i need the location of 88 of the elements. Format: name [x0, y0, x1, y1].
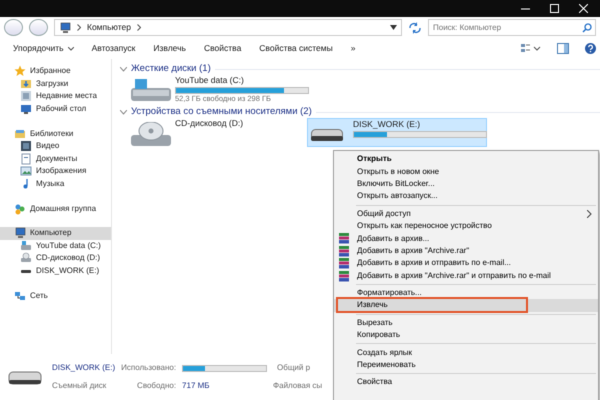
menu-item[interactable]: Извлечь [334, 299, 598, 312]
computer-icon [14, 227, 26, 240]
preview-pane-icon[interactable] [557, 43, 569, 54]
sidebar-item[interactable]: Изображения [0, 165, 111, 178]
chevron-icon [77, 24, 81, 31]
network-icon [14, 290, 26, 302]
toolbar-button[interactable]: Свойства [194, 40, 250, 57]
cd-drive-icon [131, 122, 171, 146]
archive-books-icon [338, 246, 350, 257]
search-field[interactable]: Поиск: Компьютер [428, 19, 596, 36]
sidebar-item[interactable]: Музыка [0, 178, 111, 190]
sidebar-item[interactable]: DISK_WORK (E:) [0, 264, 111, 278]
sidebar-item[interactable]: Видео [0, 140, 111, 153]
menu-item[interactable]: Добавить в архив... [334, 232, 598, 245]
archive-books-icon [338, 233, 350, 244]
sidebar-item[interactable]: Библиотеки [0, 127, 111, 140]
film-icon [20, 140, 32, 152]
picture-icon [20, 165, 32, 178]
menu-item[interactable]: Добавить в архив "Archive.rar" [334, 244, 598, 258]
search-icon [582, 23, 592, 33]
menu-item[interactable]: Копировать [334, 329, 598, 342]
sidebar-item[interactable]: Домашняя группа [0, 202, 111, 215]
address-field[interactable]: Компьютер [54, 19, 402, 36]
menu-item[interactable]: Открыть [334, 153, 598, 166]
collapse-chevron-icon[interactable] [120, 110, 127, 115]
hard-drive-icon [20, 240, 32, 252]
menu-item[interactable]: Открыть в новом окне [334, 165, 598, 178]
collapse-chevron-icon[interactable] [120, 66, 127, 72]
menu-item[interactable]: Добавить в архив и отправить по e-mail... [334, 257, 598, 270]
sidebar-item[interactable]: Избранное [0, 65, 111, 78]
sidebar-item[interactable]: Загрузки [0, 78, 111, 90]
recent-places-icon [20, 90, 32, 102]
drive-name: DISK_WORK (E:) [353, 120, 422, 130]
drive-name: YouTube data (C:) [175, 76, 245, 86]
usb-drive-icon [311, 129, 343, 142]
close-icon[interactable] [579, 4, 588, 13]
menu-item[interactable]: Открыть автозапуск... [334, 190, 598, 203]
drive-tile[interactable]: CD-дисковод (D:) [128, 118, 303, 148]
sidebar-item[interactable]: YouTube data (C:) [0, 240, 111, 252]
free-label: Свободно: [136, 380, 176, 392]
drive-type: Съемный диск [52, 380, 108, 392]
library-icon [14, 128, 26, 140]
toolbar-button[interactable]: Свойства системы [250, 40, 342, 57]
archive-books-icon [338, 258, 350, 270]
group-heading: Жесткие диски (1) [131, 64, 211, 74]
star-icon [14, 65, 26, 78]
chevron-icon [137, 24, 141, 31]
computer-icon [59, 22, 71, 34]
toolbar-button[interactable]: » [342, 40, 364, 57]
menu-item[interactable]: Открыть как переносное устройство [334, 220, 598, 232]
file-system-label: Файловая сы [273, 380, 322, 392]
sidebar-item[interactable]: Сеть [0, 289, 111, 302]
sidebar-item[interactable]: Недавние места [0, 90, 111, 103]
group-heading: Устройства со съемными носителями (2) [131, 106, 312, 118]
shared-label: Общий р [277, 362, 312, 374]
organize-dropdown[interactable]: Упорядочить [4, 40, 83, 57]
drive-tile[interactable]: DISK_WORK (E:) [307, 118, 487, 148]
menu-item[interactable]: Свойства [334, 376, 598, 389]
refresh-icon[interactable] [408, 22, 422, 34]
caret-icon [68, 46, 74, 51]
dropdown-caret-icon[interactable] [390, 25, 397, 30]
used-label: Использовано: [121, 362, 176, 374]
download-folder-icon [20, 78, 32, 90]
drive-name: CD-дисковод (D:) [175, 119, 244, 130]
sidebar-item[interactable]: Компьютер [0, 226, 111, 240]
hard-drive-icon [131, 79, 171, 102]
maximize-icon[interactable] [550, 4, 559, 13]
sidebar-item[interactable]: Документы [0, 152, 111, 166]
menu-item[interactable]: Добавить в архив "Archive.rar" и отправить по e-mail [334, 270, 598, 282]
view-options-icon[interactable] [521, 43, 541, 54]
help-icon[interactable] [585, 43, 596, 54]
sidebar-item[interactable]: Рабочий стол [0, 102, 111, 116]
homegroup-icon [14, 202, 26, 215]
free-value: 717 МБ [182, 380, 211, 392]
sidebar-item[interactable]: CD-дисковод (D:) [0, 252, 111, 265]
menu-item[interactable]: Общий доступ [334, 208, 598, 220]
cd-drive-icon [20, 252, 32, 264]
drive-name: DISK_WORK (E:) [52, 362, 116, 374]
menu-item[interactable]: Включить BitLocker... [334, 178, 598, 190]
toolbar-button[interactable]: Извлечь [144, 40, 195, 57]
toolbar-button[interactable]: Автозапуск [82, 40, 144, 57]
menu-item[interactable]: Форматировать... [334, 286, 598, 300]
menu-item[interactable]: Вырезать [334, 316, 598, 330]
desktop-icon [20, 103, 32, 116]
menu-item[interactable]: Переименовать [334, 358, 598, 372]
archive-books-icon [338, 270, 350, 282]
menu-item[interactable]: Создать ярлык [334, 346, 598, 359]
document-icon [20, 152, 32, 165]
